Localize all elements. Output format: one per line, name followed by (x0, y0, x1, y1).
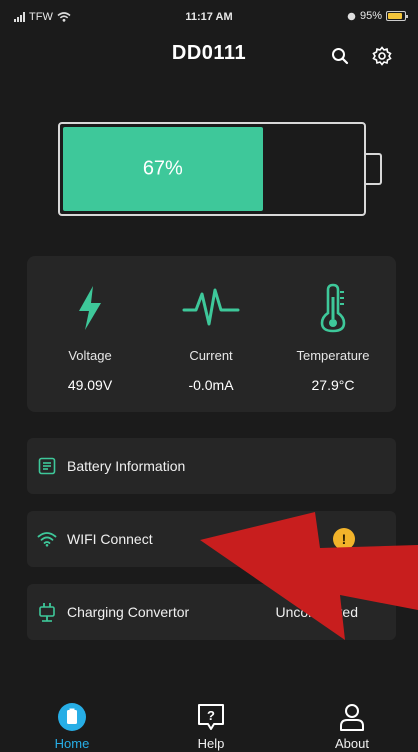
header: DD0111 (0, 36, 418, 76)
warning-badge-icon[interactable]: ! (333, 528, 355, 550)
pulse-icon (182, 288, 240, 326)
wifi-connect-row[interactable]: WIFI Connect ! (27, 511, 396, 567)
wifi-icon (37, 529, 57, 549)
metric-value: 27.9°C (311, 377, 355, 393)
metric-label: Temperature (296, 348, 370, 363)
search-button[interactable] (326, 42, 354, 70)
row-label: Charging Convertor (67, 604, 190, 620)
lightning-bolt-icon (79, 286, 101, 330)
status-battery-icon (386, 11, 408, 21)
metric-value: 49.09V (67, 377, 113, 393)
metric-value: -0.0mA (188, 377, 234, 393)
metric-voltage: Voltage 49.09V (30, 282, 150, 393)
tab-label: Home (54, 736, 90, 751)
tab-bar: Home ? Help About (0, 692, 418, 752)
tab-about[interactable]: About (312, 700, 392, 751)
battery-tip (366, 153, 382, 185)
row-label: WIFI Connect (67, 531, 153, 547)
status-bar: TFW 11:17 AM 95% (0, 0, 418, 34)
thermometer-icon (320, 283, 346, 333)
battery-fill: 67% (63, 127, 263, 211)
tab-help[interactable]: ? Help (171, 700, 251, 751)
row-value: Unconnected (275, 604, 358, 620)
status-right: 95% (347, 10, 408, 22)
alarm-icon (347, 12, 356, 20)
tab-label: Help (197, 736, 225, 751)
settings-button[interactable] (368, 42, 396, 70)
metric-label: Voltage (68, 348, 112, 363)
search-icon (332, 48, 349, 65)
gear-icon (372, 46, 392, 66)
svg-text:?: ? (207, 708, 215, 723)
battery-info-icon (37, 456, 57, 476)
battery-percent-status: 95% (359, 10, 382, 22)
battery-information-row[interactable]: Battery Information (27, 438, 396, 494)
metric-current: Current -0.0mA (151, 282, 271, 393)
tab-home[interactable]: Home (32, 700, 112, 751)
metrics-card: Voltage 49.09V Current -0.0mA Temperatur… (27, 256, 396, 412)
user-icon (340, 704, 364, 731)
charging-convertor-row[interactable]: Charging Convertor Unconnected (27, 584, 396, 640)
charger-icon (37, 602, 57, 622)
metric-label: Current (189, 348, 233, 363)
battery-percent: 67% (142, 157, 183, 180)
page-title: DD0111 (171, 42, 247, 64)
metric-temperature: Temperature 27.9°C (273, 282, 393, 393)
row-label: Battery Information (67, 458, 186, 474)
battery-gauge: 67% (58, 122, 366, 216)
help-icon: ? (198, 704, 224, 730)
home-icon (58, 703, 86, 731)
tab-label: About (335, 736, 369, 751)
